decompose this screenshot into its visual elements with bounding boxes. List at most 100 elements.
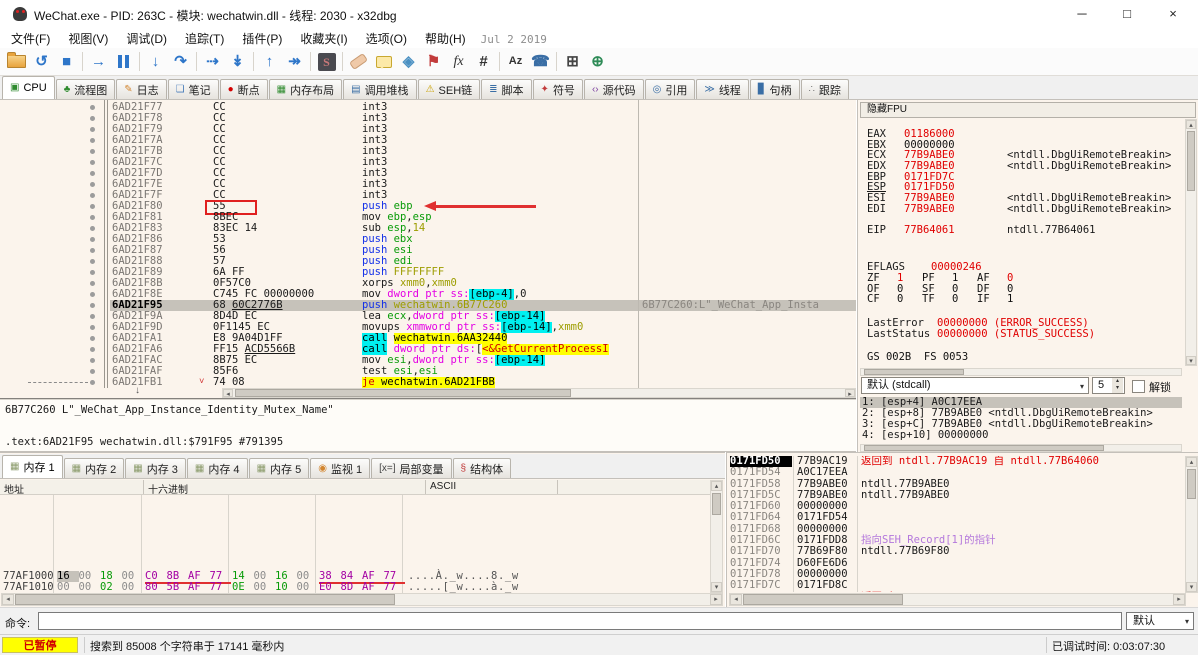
breakpoint-dot[interactable] — [90, 281, 95, 286]
tab-source[interactable]: ‹› 源代码 — [583, 79, 644, 99]
command-input[interactable] — [38, 612, 1122, 630]
breakpoint-dot[interactable] — [90, 380, 95, 385]
bookmarks-icon[interactable]: ⚑ — [421, 50, 446, 74]
close-button[interactable]: × — [1151, 0, 1195, 28]
scroll-up-arrow[interactable] — [711, 481, 722, 491]
tab-trace[interactable]: ∴ 跟踪 — [800, 79, 849, 99]
patches-icon[interactable] — [346, 50, 371, 74]
argument-count-stepper[interactable]: 5 — [1092, 377, 1125, 394]
hide-fpu-button[interactable]: 隐藏FPU — [860, 102, 1196, 118]
breakpoint-dot[interactable] — [90, 270, 95, 275]
attach-icon[interactable]: ☎ — [528, 50, 553, 74]
command-profile-select[interactable]: 默认 — [1126, 612, 1194, 630]
register-row[interactable]: EIP 77B64061 ntdll.77B64061 — [867, 224, 1182, 236]
minimize-button[interactable]: ─ — [1060, 0, 1104, 28]
tab-dump1[interactable]: ▦ 内存 1 — [2, 455, 63, 478]
tab-call-stack[interactable]: ▤ 调用堆栈 — [343, 79, 417, 99]
run-icon[interactable]: → — [86, 50, 111, 74]
functions-icon[interactable]: fx — [446, 50, 471, 74]
tab-script[interactable]: ≣ 脚本 — [481, 79, 532, 99]
unlock-checkbox[interactable] — [1132, 380, 1145, 393]
breakpoint-dot[interactable] — [90, 138, 95, 143]
registers-vscrollbar[interactable] — [1185, 119, 1197, 366]
tab-references[interactable]: ◎ 引用 — [644, 79, 696, 99]
register-row[interactable]: CF 0 TF 0 IF 1 — [867, 294, 1182, 305]
breakpoint-dot[interactable] — [90, 171, 95, 176]
tab-seh-chain[interactable]: ⚠ SEH链 — [417, 79, 481, 99]
stack-row[interactable]: 0171FD7C 0171FD8C — [729, 579, 1186, 591]
preferences-icon[interactable]: ⊕ — [585, 50, 610, 74]
scroll-down-arrow[interactable] — [1186, 356, 1196, 365]
dump-hscrollbar[interactable] — [1, 593, 723, 606]
scroll-down-arrow[interactable] — [711, 582, 722, 592]
scylla-icon[interactable]: S — [314, 50, 339, 74]
scroll-left-arrow[interactable] — [223, 389, 233, 397]
comments-icon[interactable] — [371, 50, 396, 74]
registers-hscrollbar[interactable] — [860, 368, 1182, 376]
stepper-arrows-icon[interactable] — [1112, 378, 1123, 393]
stack-row[interactable]: 0171FD54 A0C17EEA — [729, 466, 1186, 478]
tab-handles[interactable]: ▊ 句柄 — [749, 79, 800, 99]
tab-graph[interactable]: ♣ 流程图 — [55, 79, 116, 99]
tab-threads[interactable]: ≫ 线程 — [696, 79, 749, 99]
breakpoint-dot[interactable] — [90, 259, 95, 264]
stack-row[interactable]: 0171FD70 77B69F80 ntdll.77B69F80 — [729, 546, 1186, 558]
scroll-down-arrow[interactable] — [1186, 582, 1197, 592]
stack-pane[interactable]: 0171FD50 77B9AC19 返回到 ntdll.77B9AC19 自 ntd… — [726, 452, 1198, 607]
tab-locals[interactable]: [x=] 局部变量 — [371, 458, 452, 478]
breakpoint-dot[interactable] — [90, 325, 95, 330]
tab-symbols[interactable]: ✦ 符号 — [532, 79, 583, 99]
menu-item-5[interactable]: 插件(P) — [233, 28, 291, 49]
stack-hscrollbar[interactable] — [729, 593, 1186, 606]
run-to-user-code-icon[interactable]: ⇢ — [200, 50, 225, 74]
breakpoint-dot[interactable] — [90, 127, 95, 132]
calling-convention-select[interactable]: 默认 (stdcall) — [861, 377, 1089, 394]
string-references-icon[interactable]: # — [471, 50, 496, 74]
breakpoint-dot[interactable] — [90, 160, 95, 165]
register-row[interactable]: ZF 1 PF 1 AF 0 — [867, 273, 1182, 284]
highlight-mode-icon[interactable]: Az — [503, 50, 528, 74]
tab-dump3[interactable]: ▦ 内存 3 — [125, 458, 186, 478]
step-over-icon[interactable]: ↷ — [168, 50, 193, 74]
tab-struct[interactable]: § 结构体 — [452, 458, 512, 478]
scroll-thumb[interactable] — [235, 389, 571, 397]
breakpoint-dot[interactable] — [90, 105, 95, 110]
scroll-right-arrow[interactable] — [845, 389, 855, 397]
scroll-thumb[interactable] — [743, 594, 903, 605]
argument-row[interactable]: 4: [esp+10] 00000000 — [860, 430, 1182, 441]
breakpoint-dot[interactable] — [90, 347, 95, 352]
breakpoint-dot[interactable] — [90, 303, 95, 308]
breakpoint-dot[interactable] — [90, 314, 95, 319]
dump-vscrollbar[interactable] — [710, 480, 723, 593]
stack-vscrollbar[interactable] — [1185, 456, 1198, 593]
scroll-left-arrow[interactable] — [730, 594, 742, 605]
tab-notes[interactable]: ❏ 笔记 — [167, 79, 219, 99]
scroll-thumb[interactable] — [864, 445, 1104, 451]
breakpoint-dot[interactable] — [90, 226, 95, 231]
breakpoint-dot[interactable] — [90, 193, 95, 198]
register-row[interactable]: LastStatus 00000000 (STATUS_SUCCESS) — [867, 328, 1182, 340]
scroll-thumb[interactable] — [864, 369, 964, 375]
scroll-right-arrow[interactable] — [1173, 594, 1185, 605]
breakpoint-dot[interactable] — [90, 182, 95, 187]
register-row[interactable]: EFLAGS 00000246 — [867, 262, 1182, 273]
breakpoint-dot[interactable] — [90, 358, 95, 363]
register-row[interactable]: GS 002B FS 0053 — [867, 352, 1182, 363]
tab-memory-map[interactable]: ▦ 内存布局 — [268, 79, 343, 99]
memory-dump-pane[interactable]: ▦ 内存 1 ▦ 内存 2 ▦ 内存 3 ▦ 内存 4 ▦ 内存 5 ◉ 监视 1 [x=] 局部变量 § 结… — [0, 452, 725, 607]
restart-icon[interactable]: ↺ — [29, 50, 54, 74]
menu-item-7[interactable]: 选项(O) — [357, 28, 416, 49]
execute-till-return-icon[interactable]: ↑ — [257, 50, 282, 74]
tab-dump2[interactable]: ▦ 内存 2 — [63, 458, 125, 478]
menu-item-3[interactable]: 调试(D) — [117, 28, 176, 49]
menu-item-1[interactable]: 文件(F) — [2, 28, 59, 49]
calculator-icon[interactable]: ⊞ — [560, 50, 585, 74]
scroll-left-arrow[interactable] — [2, 594, 14, 605]
open-file-icon[interactable] — [4, 50, 29, 74]
tab-cpu[interactable]: ▣ CPU — [2, 76, 55, 99]
register-row[interactable]: EDI 77B9ABE0 <ntdll.DbgUiRemoteBreakin> — [867, 203, 1182, 215]
labels-icon[interactable]: ◈ — [396, 50, 421, 74]
scroll-up-arrow[interactable] — [1186, 457, 1197, 467]
register-row[interactable]: OF 0 SF 0 DF 0 — [867, 283, 1182, 295]
menu-item-6[interactable]: 收藏夹(I) — [291, 28, 356, 49]
